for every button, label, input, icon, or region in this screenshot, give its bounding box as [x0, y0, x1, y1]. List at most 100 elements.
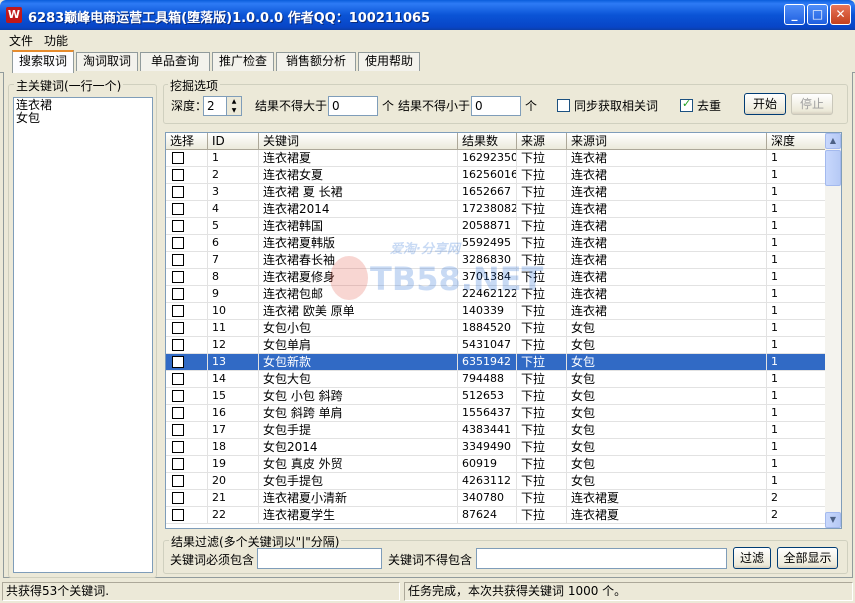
- row-checkbox[interactable]: [172, 288, 184, 300]
- tab-taoci[interactable]: 淘词取词: [76, 52, 138, 71]
- row-checkbox[interactable]: [172, 152, 184, 164]
- table-row[interactable]: 5 连衣裙韩国 2058871 下拉 连衣裙 1: [166, 218, 826, 235]
- column-header-depth[interactable]: 深度: [767, 133, 826, 150]
- exclude-input[interactable]: [476, 548, 727, 569]
- table-row[interactable]: 15 女包 小包 斜跨 512653 下拉 女包 1: [166, 388, 826, 405]
- table-row[interactable]: 3 连衣裙 夏 长裙 1652667 下拉 连衣裙 1: [166, 184, 826, 201]
- table-row[interactable]: 9 连衣裙包邮 22462122 下拉 连衣裙 1: [166, 286, 826, 303]
- row-checkbox[interactable]: [172, 254, 184, 266]
- table-row[interactable]: 7 连衣裙春长袖 3286830 下拉 连衣裙 1: [166, 252, 826, 269]
- stop-button[interactable]: 停止: [791, 93, 833, 115]
- row-checkbox[interactable]: [172, 475, 184, 487]
- column-header-source[interactable]: 来源: [517, 133, 567, 150]
- row-checkbox[interactable]: [172, 509, 184, 521]
- cell-select[interactable]: [166, 269, 208, 286]
- row-checkbox[interactable]: [172, 356, 184, 368]
- sync-related-label[interactable]: 同步获取相关词: [574, 97, 658, 114]
- dedupe-label[interactable]: 去重: [697, 97, 721, 114]
- max-result-input[interactable]: 0: [328, 96, 378, 116]
- table-row[interactable]: 8 连衣裙夏修身 3701384 下拉 连衣裙 1: [166, 269, 826, 286]
- tab-search-words[interactable]: 搜索取词: [12, 50, 74, 73]
- row-checkbox[interactable]: [172, 186, 184, 198]
- tab-promo-check[interactable]: 推广检查: [212, 52, 274, 71]
- row-checkbox[interactable]: [172, 339, 184, 351]
- column-header-source-word[interactable]: 来源词: [567, 133, 767, 150]
- table-row[interactable]: 13 女包新款 6351942 下拉 女包 1: [166, 354, 826, 371]
- table-row[interactable]: 12 女包单肩 5431047 下拉 女包 1: [166, 337, 826, 354]
- start-button[interactable]: 开始: [744, 93, 786, 115]
- row-checkbox[interactable]: [172, 441, 184, 453]
- depth-input[interactable]: 2: [203, 96, 227, 116]
- cell-select[interactable]: [166, 235, 208, 252]
- row-checkbox[interactable]: [172, 220, 184, 232]
- depth-spinner[interactable]: ▲ ▼: [226, 96, 242, 116]
- column-header-count[interactable]: 结果数: [458, 133, 517, 150]
- row-checkbox[interactable]: [172, 237, 184, 249]
- row-checkbox[interactable]: [172, 424, 184, 436]
- cell-select[interactable]: [166, 303, 208, 320]
- menu-function[interactable]: 功能: [44, 32, 68, 49]
- table-row[interactable]: 14 女包大包 794488 下拉 女包 1: [166, 371, 826, 388]
- cell-select[interactable]: [166, 184, 208, 201]
- cell-select[interactable]: [166, 286, 208, 303]
- table-row[interactable]: 11 女包小包 1884520 下拉 女包 1: [166, 320, 826, 337]
- scroll-up-icon[interactable]: ▲: [825, 133, 841, 149]
- cell-select[interactable]: [166, 201, 208, 218]
- table-row[interactable]: 10 连衣裙 欧美 原单 140339 下拉 连衣裙 1: [166, 303, 826, 320]
- cell-select[interactable]: [166, 473, 208, 490]
- cell-select[interactable]: [166, 371, 208, 388]
- table-row[interactable]: 18 女包2014 3349490 下拉 女包 1: [166, 439, 826, 456]
- spin-down-icon[interactable]: ▼: [227, 106, 241, 115]
- row-checkbox[interactable]: [172, 390, 184, 402]
- row-checkbox[interactable]: [172, 322, 184, 334]
- row-checkbox[interactable]: [172, 492, 184, 504]
- min-result-input[interactable]: 0: [471, 96, 521, 116]
- table-row[interactable]: 2 连衣裙女夏 16256016 下拉 连衣裙 1: [166, 167, 826, 184]
- table-row[interactable]: 19 女包 真皮 外贸 60919 下拉 女包 1: [166, 456, 826, 473]
- row-checkbox[interactable]: [172, 373, 184, 385]
- table-row[interactable]: 21 连衣裙夏小清新 340780 下拉 连衣裙夏 2: [166, 490, 826, 507]
- cell-select[interactable]: [166, 490, 208, 507]
- cell-select[interactable]: [166, 150, 208, 167]
- cell-select[interactable]: [166, 320, 208, 337]
- table-row[interactable]: 17 女包手提 4383441 下拉 女包 1: [166, 422, 826, 439]
- close-button[interactable]: ✕: [830, 4, 851, 25]
- scroll-thumb[interactable]: [825, 150, 841, 186]
- column-header-select[interactable]: 选择: [166, 133, 208, 150]
- include-input[interactable]: [257, 548, 382, 569]
- keywords-textarea[interactable]: 连衣裙 女包: [13, 97, 153, 573]
- cell-select[interactable]: [166, 405, 208, 422]
- menu-file[interactable]: 文件: [9, 32, 33, 49]
- column-header-id[interactable]: ID: [208, 133, 259, 150]
- cell-select[interactable]: [166, 456, 208, 473]
- minimize-button[interactable]: _: [784, 4, 805, 25]
- tab-help[interactable]: 使用帮助: [358, 52, 420, 71]
- tab-product-query[interactable]: 单品查询: [140, 52, 210, 71]
- row-checkbox[interactable]: [172, 271, 184, 283]
- grid-scrollbar[interactable]: ▲ ▼: [825, 133, 841, 528]
- results-grid[interactable]: 选择 ID 关键词 结果数 来源 来源词 深度 1 连衣裙夏 16292350 下拉连…: [165, 132, 842, 529]
- show-all-button[interactable]: 全部显示: [777, 547, 838, 569]
- cell-select[interactable]: [166, 388, 208, 405]
- maximize-button[interactable]: □: [807, 4, 828, 25]
- cell-select[interactable]: [166, 252, 208, 269]
- table-row[interactable]: 1 连衣裙夏 16292350 下拉 连衣裙 1: [166, 150, 826, 167]
- cell-select[interactable]: [166, 218, 208, 235]
- table-row[interactable]: 22 连衣裙夏学生 87624 下拉 连衣裙夏 2: [166, 507, 826, 524]
- column-header-keyword[interactable]: 关键词: [259, 133, 458, 150]
- table-row[interactable]: 6 连衣裙夏韩版 5592495 下拉 连衣裙 1: [166, 235, 826, 252]
- table-row[interactable]: 4 连衣裙2014 17238082 下拉 连衣裙 1: [166, 201, 826, 218]
- cell-select[interactable]: [166, 439, 208, 456]
- row-checkbox[interactable]: [172, 305, 184, 317]
- spin-up-icon[interactable]: ▲: [227, 97, 241, 106]
- row-checkbox[interactable]: [172, 203, 184, 215]
- table-row[interactable]: 20 女包手提包 4263112 下拉 女包 1: [166, 473, 826, 490]
- cell-select[interactable]: [166, 354, 208, 371]
- cell-select[interactable]: [166, 507, 208, 524]
- app-icon[interactable]: W: [6, 7, 22, 23]
- sync-related-checkbox[interactable]: [557, 99, 570, 112]
- tab-sales-analysis[interactable]: 销售额分析: [276, 52, 356, 71]
- cell-select[interactable]: [166, 422, 208, 439]
- filter-button[interactable]: 过滤: [733, 547, 771, 569]
- cell-select[interactable]: [166, 167, 208, 184]
